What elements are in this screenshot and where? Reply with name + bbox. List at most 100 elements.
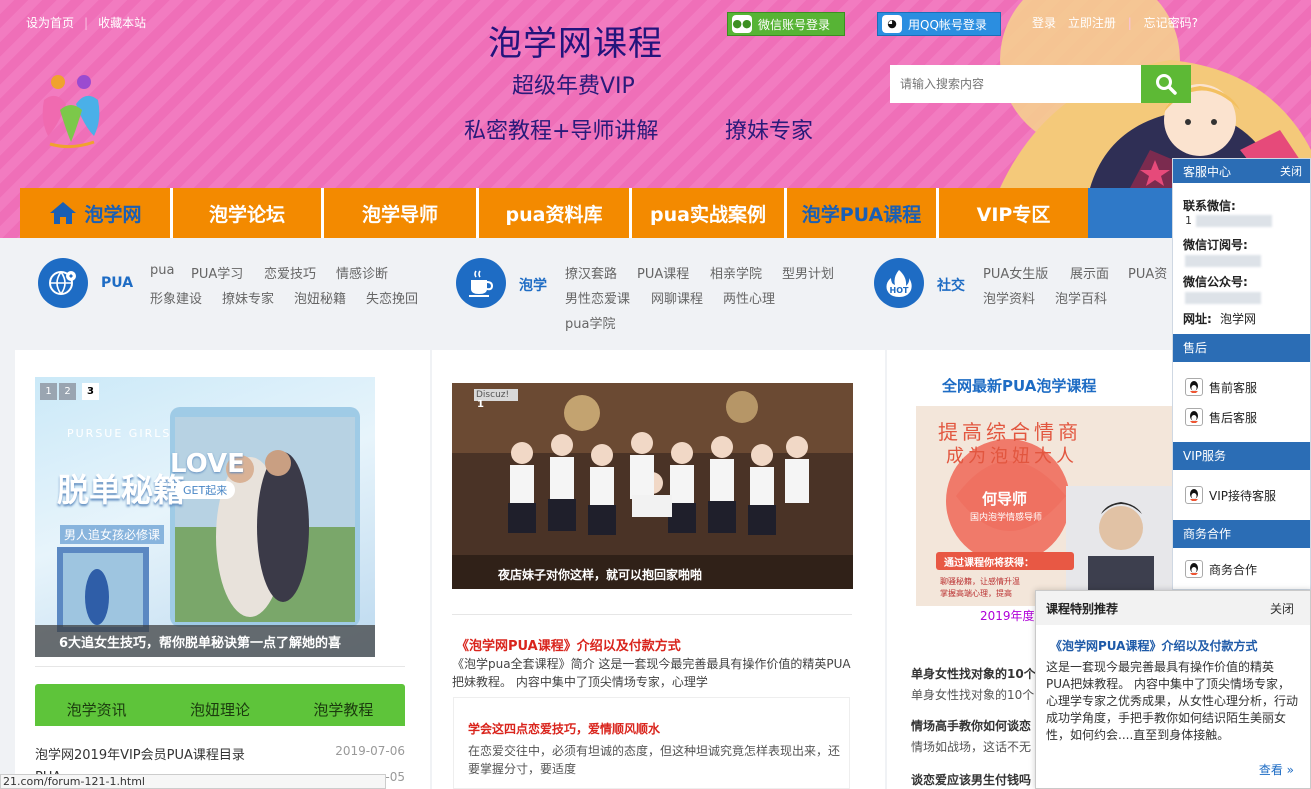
website-row: 网址: 泡学网 xyxy=(1173,310,1310,334)
globe-icon xyxy=(38,258,88,308)
category-link[interactable]: 撩汉套路 xyxy=(565,263,617,282)
search-button[interactable] xyxy=(1141,65,1191,103)
wechat-public-label: 微信公众号: xyxy=(1183,275,1248,289)
featured-slider[interactable]: 1 2 3 PURSUE GIRLS 脱单秘籍 LOVE GET起来 男人追女孩… xyxy=(35,377,375,657)
nav-item-forum[interactable]: 泡学论坛 xyxy=(173,188,324,238)
category-link[interactable]: 恋爱技巧 xyxy=(264,263,316,282)
wechat-login-label: 微信账号登录 xyxy=(758,17,831,32)
category-name-pua[interactable]: PUA xyxy=(101,275,133,291)
category-link[interactable]: 相亲学院 xyxy=(710,263,762,282)
slider-image xyxy=(57,407,360,632)
nav-item-home[interactable]: 泡学网 xyxy=(20,188,173,238)
search-input[interactable] xyxy=(890,65,1141,103)
category-link[interactable]: pua xyxy=(150,263,174,278)
category-link[interactable]: 泡学资料 xyxy=(983,288,1035,307)
course-section-title[interactable]: 全网最新PUA泡学课程 xyxy=(942,375,1096,396)
slider-page-1[interactable]: 1 xyxy=(40,383,57,400)
popup-close-button[interactable]: 关闭 xyxy=(1270,600,1294,617)
tab-theory[interactable]: 泡妞理论 xyxy=(158,684,281,726)
course-poster[interactable]: 提高综合情商 成为泡妞大人 何导师 国内泡学情感导师 通过课程你将获得： 聊骚秘… xyxy=(916,406,1178,606)
poster-line1: 提高综合情商 xyxy=(938,420,1082,444)
category-name-social[interactable]: 社交 xyxy=(937,275,965,295)
slider-art-en: PURSUE GIRLS xyxy=(67,427,172,440)
presale-service-link[interactable]: 售前客服 xyxy=(1173,372,1310,402)
poster-line2: 成为泡妞大人 xyxy=(946,446,1078,467)
service-header: 客服中心 关闭 xyxy=(1173,159,1310,183)
service-item-label: VIP接待客服 xyxy=(1209,488,1276,503)
wechat-subscription-value xyxy=(1173,253,1310,273)
category-link[interactable]: PUA学习 xyxy=(191,263,243,282)
category-link[interactable]: 撩妹专家 xyxy=(222,288,274,307)
account-links: 登录 立即注册 | 忘记密码? xyxy=(1032,16,1198,30)
category-link[interactable]: 网聊课程 xyxy=(651,288,703,307)
wechat-contact-value: 1 xyxy=(1173,214,1310,234)
popup-article-link[interactable]: 《泡学网PUA课程》介绍以及付款方式 xyxy=(1050,637,1257,654)
service-close-button[interactable]: 关闭 xyxy=(1280,163,1302,179)
divider xyxy=(452,614,852,615)
slider-page-3[interactable]: 3 xyxy=(82,383,99,400)
register-link[interactable]: 立即注册 xyxy=(1068,16,1116,30)
article-summary: 《泡学pua全套课程》简介 这是一套现今最完善最具有操作价值的精英PUA把妹教程… xyxy=(452,657,851,689)
nav-item-vip[interactable]: VIP专区 xyxy=(939,188,1088,238)
slider-caption[interactable]: 6大追女生技巧，帮你脱单秘诀第一点了解她的喜 xyxy=(35,625,375,657)
tab-tutorial[interactable]: 泡学教程 xyxy=(282,684,405,726)
list-item[interactable]: 泡学网2019年VIP会员PUA课程目录 2019-07-06 xyxy=(35,744,405,763)
qq-icon xyxy=(1185,408,1203,426)
wechat-login-button[interactable]: ●● 微信账号登录 xyxy=(727,12,845,36)
wechat-icon: ●● xyxy=(732,15,752,33)
top-links: 设为首页 | 收藏本站 xyxy=(26,16,147,30)
poster-box-title: 通过课程你将获得： xyxy=(944,558,1034,569)
set-home-link[interactable]: 设为首页 xyxy=(26,16,74,30)
service-title: 客服中心 xyxy=(1183,164,1232,179)
service-section-aftersale: 售后 xyxy=(1173,334,1310,362)
wechat-contact-label: 联系微信: xyxy=(1183,199,1236,213)
poster-mentor-role: 国内泡学情感导师 xyxy=(970,513,1043,523)
tab-news[interactable]: 泡学资讯 xyxy=(35,684,158,726)
qq-icon xyxy=(1185,486,1203,504)
popup-view-more-link[interactable]: 查看 » xyxy=(1259,761,1294,778)
article-title[interactable]: 学会这四点恋爱技巧，爱情顺风顺水 xyxy=(468,720,660,737)
category-link[interactable]: 男性恋爱课 xyxy=(565,288,630,307)
nav-label: 泡学网 xyxy=(84,203,142,226)
slider-number[interactable]: 1 xyxy=(477,399,484,410)
article-title[interactable]: 《泡学网PUA课程》介绍以及付款方式 xyxy=(456,635,681,654)
list-item-date: -05 xyxy=(385,770,405,784)
nav-item-pua-library[interactable]: pua资料库 xyxy=(479,188,632,238)
category-link[interactable]: 情感诊断 xyxy=(336,263,388,282)
category-link[interactable]: 泡妞秘籍 xyxy=(294,288,346,307)
nav-item-mentor[interactable]: 泡学导师 xyxy=(324,188,479,238)
slider-photo xyxy=(452,383,853,589)
vip-service-link[interactable]: VIP接待客服 xyxy=(1173,480,1310,510)
title-sub-course: 私密教程+导师讲解 xyxy=(464,119,659,144)
slider-art-title: 脱单秘籍 xyxy=(57,471,186,509)
category-link[interactable]: pua学院 xyxy=(565,313,615,332)
slider-page-2[interactable]: 2 xyxy=(59,383,76,400)
category-link[interactable]: 型男计划 xyxy=(782,263,834,282)
category-link[interactable]: 两性心理 xyxy=(723,288,775,307)
title-sub-expert: 撩妹专家 xyxy=(725,119,814,144)
photo-slider[interactable] xyxy=(452,383,853,589)
qq-login-button[interactable]: ◕ 用QQ帐号登录 xyxy=(877,12,1001,36)
category-link[interactable]: PUA女生版 xyxy=(983,263,1048,282)
category-name-paoxue[interactable]: 泡学 xyxy=(519,275,547,295)
aftersale-service-link[interactable]: 售后客服 xyxy=(1173,402,1310,432)
popup-article-summary: 这是一套现今最完善最具有操作价值的精英PUA把妹教程。 内容中集中了顶尖情场专家… xyxy=(1046,660,1299,742)
category-link[interactable]: 失恋挽回 xyxy=(366,288,418,307)
login-link[interactable]: 登录 xyxy=(1032,16,1056,30)
category-link[interactable]: 展示面 xyxy=(1070,263,1109,282)
forgot-password-link[interactable]: 忘记密码? xyxy=(1144,16,1198,30)
nav-item-pua-cases[interactable]: pua实战案例 xyxy=(632,188,787,238)
svg-text:HOT: HOT xyxy=(890,286,909,295)
wechat-subscription-label: 微信订阅号: xyxy=(1183,238,1248,252)
site-logo[interactable] xyxy=(36,70,106,150)
website-label: 网址: xyxy=(1183,312,1212,326)
category-link[interactable]: PUA课程 xyxy=(637,263,689,282)
category-link[interactable]: 形象建设 xyxy=(150,288,202,307)
bookmark-link[interactable]: 收藏本站 xyxy=(98,16,146,30)
category-link[interactable]: 泡学百科 xyxy=(1055,288,1107,307)
category-link[interactable]: PUA资 xyxy=(1128,263,1167,282)
business-service-link[interactable]: 商务合作 xyxy=(1173,554,1310,584)
nav-item-pua-course[interactable]: 泡学PUA课程 xyxy=(787,188,939,238)
popup-header: 课程特别推荐 关闭 xyxy=(1036,591,1310,625)
slider-caption[interactable]: 夜店妹子对你这样，就可以抱回家啪啪 xyxy=(498,566,702,583)
